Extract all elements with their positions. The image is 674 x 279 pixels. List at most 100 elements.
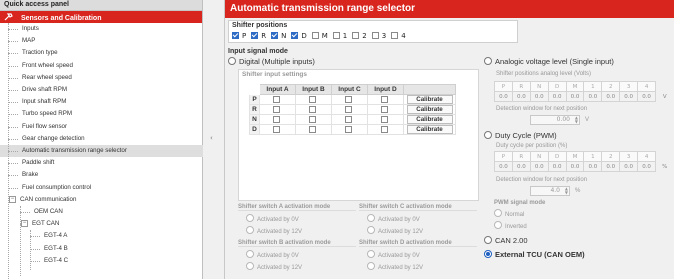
value-cell[interactable]: 0.0 (565, 161, 585, 172)
checkbox[interactable] (272, 125, 280, 133)
calibrate-button[interactable]: Calibrate (406, 105, 453, 114)
checkbox[interactable] (371, 32, 379, 39)
switch-mode-option[interactable]: Activated by 0V (246, 214, 356, 223)
radio-button[interactable] (246, 262, 254, 270)
value-cell[interactable]: 0.0 (601, 161, 621, 172)
external-tcu-radio[interactable] (484, 250, 492, 258)
analog-window-spinner[interactable]: 0.00 ▲ ▼ (530, 115, 580, 125)
switch-mode-option[interactable]: Activated by 0V (367, 214, 477, 223)
switch-mode-option[interactable]: Activated by 12V (246, 226, 356, 235)
tree-item[interactable]: − CAN communication (0, 194, 203, 206)
checkbox[interactable] (271, 32, 279, 39)
digital-option[interactable]: Digital (Multiple inputs) (228, 57, 315, 66)
checkbox[interactable] (380, 115, 388, 123)
tree-item[interactable]: Inputs (0, 23, 203, 35)
tree-item[interactable]: − EGT CAN (0, 218, 203, 230)
checkbox[interactable] (308, 125, 316, 133)
switch-mode-option[interactable]: Activated by 12V (246, 262, 356, 271)
shifter-position-d[interactable]: D (291, 32, 307, 40)
pwm-window-spinner[interactable]: 4.0 ▲ ▼ (530, 186, 570, 196)
checkbox[interactable] (380, 125, 388, 133)
analog-radio[interactable] (484, 57, 492, 65)
switch-mode-option[interactable]: Activated by 12V (367, 226, 477, 235)
tree-item[interactable]: MAP (0, 35, 203, 47)
checkbox[interactable] (272, 105, 280, 113)
radio-button[interactable] (246, 250, 254, 258)
checkbox[interactable] (344, 105, 352, 113)
radio-button[interactable] (246, 226, 254, 234)
value-cell[interactable]: 0.0 (494, 91, 513, 102)
tree-category-sensors[interactable]: Sensors and Calibration (0, 11, 202, 23)
tree-item[interactable]: Traction type (0, 47, 203, 59)
tree-item[interactable]: Drive shaft RPM (0, 84, 203, 96)
tree-item[interactable]: Brake (0, 169, 203, 181)
switch-mode-option[interactable]: Activated by 0V (367, 250, 477, 259)
shifter-position-n[interactable]: N (271, 32, 286, 40)
checkbox[interactable] (380, 105, 388, 113)
checkbox[interactable] (308, 95, 316, 103)
checkbox[interactable] (308, 105, 316, 113)
checkbox[interactable] (352, 32, 360, 39)
value-cell[interactable]: 0.0 (511, 161, 531, 172)
can-option[interactable]: CAN 2.00 (484, 236, 528, 245)
pwm-option[interactable]: Duty Cycle (PWM) (484, 131, 557, 140)
value-cell[interactable]: 0.0 (547, 161, 567, 172)
tree-item[interactable]: Gear change detection (0, 133, 203, 145)
tree-item[interactable]: Fuel flow sensor (0, 121, 203, 133)
pwm-radio[interactable] (484, 131, 492, 139)
tree-item[interactable]: Automatic transmission range selector (0, 145, 203, 157)
radio-button[interactable] (246, 214, 254, 222)
radio-button[interactable] (494, 221, 502, 229)
checkbox[interactable] (272, 115, 280, 123)
shifter-position-m[interactable]: M (311, 32, 328, 40)
shifter-position-1[interactable]: 1 (332, 32, 347, 40)
can-radio[interactable] (484, 236, 492, 244)
checkbox[interactable] (344, 115, 352, 123)
value-cell[interactable]: 0.0 (637, 161, 657, 172)
checkbox[interactable] (232, 32, 239, 39)
checkbox[interactable] (344, 125, 352, 133)
tree-item[interactable]: Front wheel speed (0, 60, 203, 72)
value-cell[interactable]: 0.0 (619, 91, 639, 102)
radio-button[interactable] (367, 214, 375, 222)
checkbox[interactable] (380, 95, 388, 103)
radio-button[interactable] (367, 226, 375, 234)
collapse-icon[interactable]: − (9, 195, 16, 203)
panel-splitter[interactable]: ‹ (203, 0, 225, 279)
value-cell[interactable]: 0.0 (529, 161, 549, 172)
value-cell[interactable]: 0.0 (637, 91, 657, 102)
value-cell[interactable]: 0.0 (619, 161, 639, 172)
spinner-arrows-icon[interactable]: ▲ ▼ (565, 187, 568, 195)
value-cell[interactable]: 0.0 (583, 161, 603, 172)
spinner-arrows-icon[interactable]: ▲ ▼ (575, 116, 578, 124)
value-cell[interactable]: 0.0 (583, 91, 603, 102)
checkbox[interactable] (391, 32, 399, 39)
switch-mode-option[interactable]: Activated by 0V (246, 250, 356, 259)
tree-item[interactable]: OEM CAN (0, 206, 203, 218)
analog-option[interactable]: Analogic voltage level (Single input) (484, 57, 614, 66)
checkbox[interactable] (272, 95, 280, 103)
value-cell[interactable]: 0.0 (529, 91, 549, 102)
shifter-position-r[interactable]: R (251, 32, 266, 40)
shifter-position-2[interactable]: 2 (352, 32, 367, 40)
shifter-position-4[interactable]: 4 (391, 32, 406, 40)
radio-button[interactable] (494, 209, 502, 217)
collapse-icon[interactable]: − (21, 220, 28, 228)
radio-button[interactable] (367, 262, 375, 270)
checkbox[interactable] (344, 95, 352, 103)
checkbox[interactable] (332, 32, 340, 39)
radio-button[interactable] (367, 250, 375, 258)
external-tcu-option[interactable]: External TCU (CAN OEM) (484, 250, 585, 259)
value-cell[interactable]: 0.0 (601, 91, 621, 102)
value-cell[interactable]: 0.0 (511, 91, 531, 102)
calibrate-button[interactable]: Calibrate (406, 95, 453, 104)
checkbox[interactable] (251, 32, 259, 39)
tree-item[interactable]: Rear wheel speed (0, 72, 203, 84)
tree-item[interactable]: Fuel consumption control (0, 182, 203, 194)
checkbox[interactable] (311, 32, 319, 39)
pwm-signal-normal[interactable]: Normal (494, 209, 584, 218)
tree-item[interactable]: Turbo speed RPM (0, 108, 203, 120)
collapse-arrow-icon[interactable]: ‹ (210, 134, 213, 142)
value-cell[interactable]: 0.0 (565, 91, 585, 102)
switch-mode-option[interactable]: Activated by 12V (367, 262, 477, 271)
